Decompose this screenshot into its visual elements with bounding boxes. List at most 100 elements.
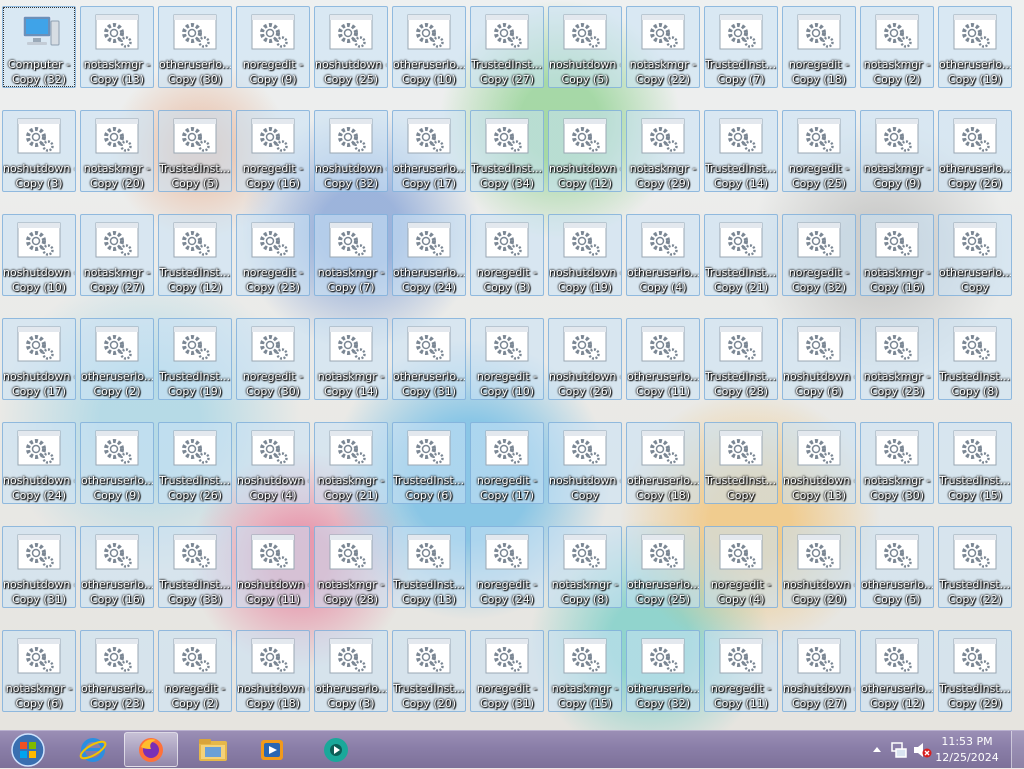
desktop-icon[interactable]: TrustedInst... - Copy (14) (704, 110, 778, 192)
desktop-icon[interactable]: TrustedInst... - Copy (21) (704, 214, 778, 296)
clock-date[interactable]: 12/25/2024 (932, 751, 1002, 764)
desktop-icon[interactable]: noshutdown - Copy (3) (2, 110, 76, 192)
desktop-icon[interactable]: otheruserlo... -Copy (30) (158, 6, 232, 88)
desktop-icon[interactable]: noregedit - Copy (16) (236, 110, 310, 192)
desktop-icon[interactable]: noshutdown - Copy (13) (782, 422, 856, 504)
taskbar-internet-explorer[interactable] (66, 732, 120, 767)
desktop-icon[interactable]: otheruserlo... -Copy (11) (626, 318, 700, 400)
desktop-icon[interactable]: noshutdown - Copy (24) (2, 422, 76, 504)
clock-time[interactable]: 11:53 PM (932, 735, 1002, 748)
desktop-icon[interactable]: noshutdown - Copy (6) (782, 318, 856, 400)
desktop-icon[interactable]: noregedit - Copy (24) (470, 526, 544, 608)
desktop-icon[interactable]: otheruserlo... -Copy (26) (938, 110, 1012, 192)
desktop-icon[interactable]: notaskmgr - Copy (9) (860, 110, 934, 192)
desktop-icon[interactable]: TrustedInst... - Copy (33) (158, 526, 232, 608)
desktop-icon[interactable]: noregedit - Copy (18) (782, 6, 856, 88)
desktop-icon[interactable]: noregedit - Copy (31) (470, 630, 544, 712)
desktop-icon[interactable]: otheruserlo... -Copy (23) (80, 630, 154, 712)
desktop-icon[interactable]: notaskmgr - Copy (27) (80, 214, 154, 296)
desktop-icon[interactable]: noshutdown - Copy (4) (236, 422, 310, 504)
desktop-icon[interactable]: otheruserlo... -Copy (19) (938, 6, 1012, 88)
desktop-icon[interactable]: TrustedInst... - Copy (12) (158, 214, 232, 296)
desktop-icon[interactable]: notaskmgr - Copy (29) (626, 110, 700, 192)
desktop-icon[interactable]: TrustedInst... - Copy (704, 422, 778, 504)
desktop-icon[interactable]: noshutdown - Copy (25) (314, 6, 388, 88)
desktop-icon[interactable]: otheruserlo... -Copy (3) (314, 630, 388, 712)
desktop-icon[interactable]: notaskmgr - Copy (30) (860, 422, 934, 504)
desktop-icon[interactable]: noshutdown - Copy (26) (548, 318, 622, 400)
desktop-icon[interactable]: TrustedInst... - Copy (34) (470, 110, 544, 192)
desktop-icon[interactable]: noshutdown - Copy (5) (548, 6, 622, 88)
desktop-icon[interactable]: otheruserlo... -Copy (5) (860, 526, 934, 608)
desktop-icon[interactable]: noshutdown - Copy (11) (236, 526, 310, 608)
desktop-icon[interactable]: TrustedInst... - Copy (27) (470, 6, 544, 88)
chevron-up-icon[interactable] (872, 745, 882, 753)
desktop-icon[interactable]: notaskmgr - Copy (22) (626, 6, 700, 88)
desktop-icon[interactable]: noregedit - Copy (17) (470, 422, 544, 504)
desktop-icon[interactable]: notaskmgr - Copy (15) (548, 630, 622, 712)
desktop-icon[interactable]: noregedit - Copy (9) (236, 6, 310, 88)
desktop-icon[interactable]: TrustedInst... - Copy (20) (392, 630, 466, 712)
desktop-icon[interactable]: otheruserlo... -Copy (25) (626, 526, 700, 608)
desktop-icon[interactable]: noregedit - Copy (23) (236, 214, 310, 296)
desktop-icon[interactable]: TrustedInst... - Copy (8) (938, 318, 1012, 400)
desktop-icon-computer[interactable]: Computer - Copy (32) (2, 6, 76, 88)
desktop-icon[interactable]: noshutdown - Copy (10) (2, 214, 76, 296)
desktop-icon[interactable]: notaskmgr - Copy (16) (860, 214, 934, 296)
desktop-icon[interactable]: notaskmgr - Copy (23) (860, 318, 934, 400)
desktop-icon[interactable]: notaskmgr - Copy (28) (314, 526, 388, 608)
desktop-icon[interactable]: notaskmgr - Copy (20) (80, 110, 154, 192)
desktop-icon[interactable]: noregedit - Copy (2) (158, 630, 232, 712)
desktop-icon[interactable]: otheruserlo... -Copy (4) (626, 214, 700, 296)
desktop-icon[interactable]: TrustedInst... - Copy (7) (704, 6, 778, 88)
desktop-icon[interactable]: noshutdown - Copy (32) (314, 110, 388, 192)
desktop-icon[interactable]: notaskmgr - Copy (8) (548, 526, 622, 608)
desktop-icon[interactable]: noregedit - Copy (25) (782, 110, 856, 192)
desktop-icon[interactable]: otheruserlo... -Copy (32) (626, 630, 700, 712)
desktop-icon[interactable]: noregedit - Copy (4) (704, 526, 778, 608)
taskbar-media-player[interactable] (245, 732, 299, 767)
desktop-icon[interactable]: notaskmgr - Copy (21) (314, 422, 388, 504)
taskbar-firefox[interactable] (124, 732, 178, 767)
taskbar-app[interactable] (309, 732, 363, 767)
desktop-icon[interactable]: noshutdown - Copy (548, 422, 622, 504)
start-button[interactable] (2, 732, 54, 767)
desktop-icon[interactable]: TrustedInst... - Copy (5) (158, 110, 232, 192)
desktop-icon[interactable]: TrustedInst... - Copy (26) (158, 422, 232, 504)
desktop-icon[interactable]: noshutdown - Copy (12) (548, 110, 622, 192)
desktop-icon[interactable]: notaskmgr - Copy (6) (2, 630, 76, 712)
desktop-icon[interactable]: otheruserlo... -Copy (18) (626, 422, 700, 504)
desktop-icon[interactable]: noregedit - Copy (30) (236, 318, 310, 400)
desktop-icon[interactable]: TrustedInst... - Copy (6) (392, 422, 466, 504)
desktop-icon[interactable]: noshutdown - Copy (18) (236, 630, 310, 712)
desktop-icon[interactable]: TrustedInst... - Copy (19) (158, 318, 232, 400)
network-icon[interactable] (890, 741, 908, 759)
desktop-icon[interactable]: noshutdown - Copy (20) (782, 526, 856, 608)
desktop-icon[interactable]: noshutdown - Copy (27) (782, 630, 856, 712)
desktop-icon[interactable]: notaskmgr - Copy (13) (80, 6, 154, 88)
show-desktop-button[interactable] (1011, 731, 1024, 768)
desktop[interactable]: Computer - Copy (32) notaskmgr - Copy (13) o… (0, 0, 1024, 730)
taskbar-file-explorer[interactable] (186, 732, 240, 767)
desktop-icon[interactable]: otheruserlo... -Copy (10) (392, 6, 466, 88)
desktop-icon[interactable]: TrustedInst... - Copy (22) (938, 526, 1012, 608)
desktop-icon[interactable]: noregedit - Copy (10) (470, 318, 544, 400)
desktop-icon[interactable]: notaskmgr - Copy (2) (860, 6, 934, 88)
desktop-icon[interactable]: notaskmgr - Copy (14) (314, 318, 388, 400)
desktop-icon[interactable]: otheruserlo... -Copy (17) (392, 110, 466, 192)
desktop-icon[interactable]: TrustedInst... - Copy (13) (392, 526, 466, 608)
desktop-icon[interactable]: otheruserlo... -Copy (24) (392, 214, 466, 296)
desktop-icon[interactable]: noregedit - Copy (32) (782, 214, 856, 296)
desktop-icon[interactable]: otheruserlo... -Copy (2) (80, 318, 154, 400)
desktop-icon[interactable]: otheruserlo... -Copy (12) (860, 630, 934, 712)
desktop-icon[interactable]: noshutdown - Copy (19) (548, 214, 622, 296)
desktop-icon[interactable]: TrustedInst... - Copy (29) (938, 630, 1012, 712)
desktop-icon[interactable]: noshutdown - Copy (17) (2, 318, 76, 400)
desktop-icon[interactable]: notaskmgr - Copy (7) (314, 214, 388, 296)
desktop-icon[interactable]: otheruserlo... -Copy (31) (392, 318, 466, 400)
desktop-icon[interactable]: otheruserlo... -Copy (9) (80, 422, 154, 504)
desktop-icon[interactable]: otheruserlo... -Copy (16) (80, 526, 154, 608)
desktop-icon[interactable]: noregedit - Copy (3) (470, 214, 544, 296)
desktop-icon[interactable]: noregedit - Copy (11) (704, 630, 778, 712)
desktop-icon[interactable]: otheruserlo... -Copy (938, 214, 1012, 296)
